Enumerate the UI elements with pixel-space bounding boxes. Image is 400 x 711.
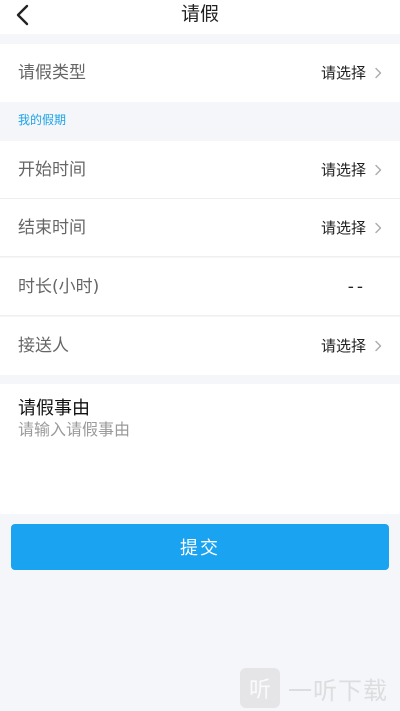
chevron-right-icon: [375, 164, 382, 176]
nav-bar: 请假: [0, 0, 400, 34]
leave-reason-title: 请假事由: [18, 398, 90, 419]
watermark: 听 一听下载: [240, 668, 395, 708]
leave-type-label: 请假类型: [18, 63, 86, 83]
end-time-value: 请选择: [320, 219, 366, 237]
duration-row: 时长(小时) --: [0, 258, 400, 316]
start-time-label: 开始时间: [18, 160, 86, 180]
end-time-row[interactable]: 结束时间 请选择: [0, 199, 400, 257]
leave-reason-section: 请假事由: [0, 384, 400, 514]
section-title-my-leave: 我的假期: [18, 113, 67, 127]
chevron-right-icon: [375, 340, 382, 352]
leave-type-row[interactable]: 请假类型 请选择: [0, 44, 400, 102]
watermark-text: 一听下载: [288, 676, 388, 705]
duration-label: 时长(小时): [18, 277, 100, 297]
submit-button[interactable]: 提交: [11, 524, 389, 570]
leave-reason-input[interactable]: [18, 420, 378, 439]
start-time-value: 请选择: [320, 161, 366, 179]
pickup-person-label: 接送人: [18, 336, 69, 356]
pickup-person-value: 请选择: [320, 337, 366, 355]
pickup-person-row[interactable]: 接送人 请选择: [0, 317, 400, 375]
duration-value: --: [347, 277, 366, 297]
watermark-logo-icon: 听: [240, 668, 280, 708]
page-title: 请假: [180, 3, 219, 25]
chevron-right-icon: [375, 67, 382, 79]
chevron-right-icon: [375, 222, 382, 234]
end-time-label: 结束时间: [18, 218, 86, 238]
leave-type-value: 请选择: [320, 64, 366, 82]
start-time-row[interactable]: 开始时间 请选择: [0, 141, 400, 199]
